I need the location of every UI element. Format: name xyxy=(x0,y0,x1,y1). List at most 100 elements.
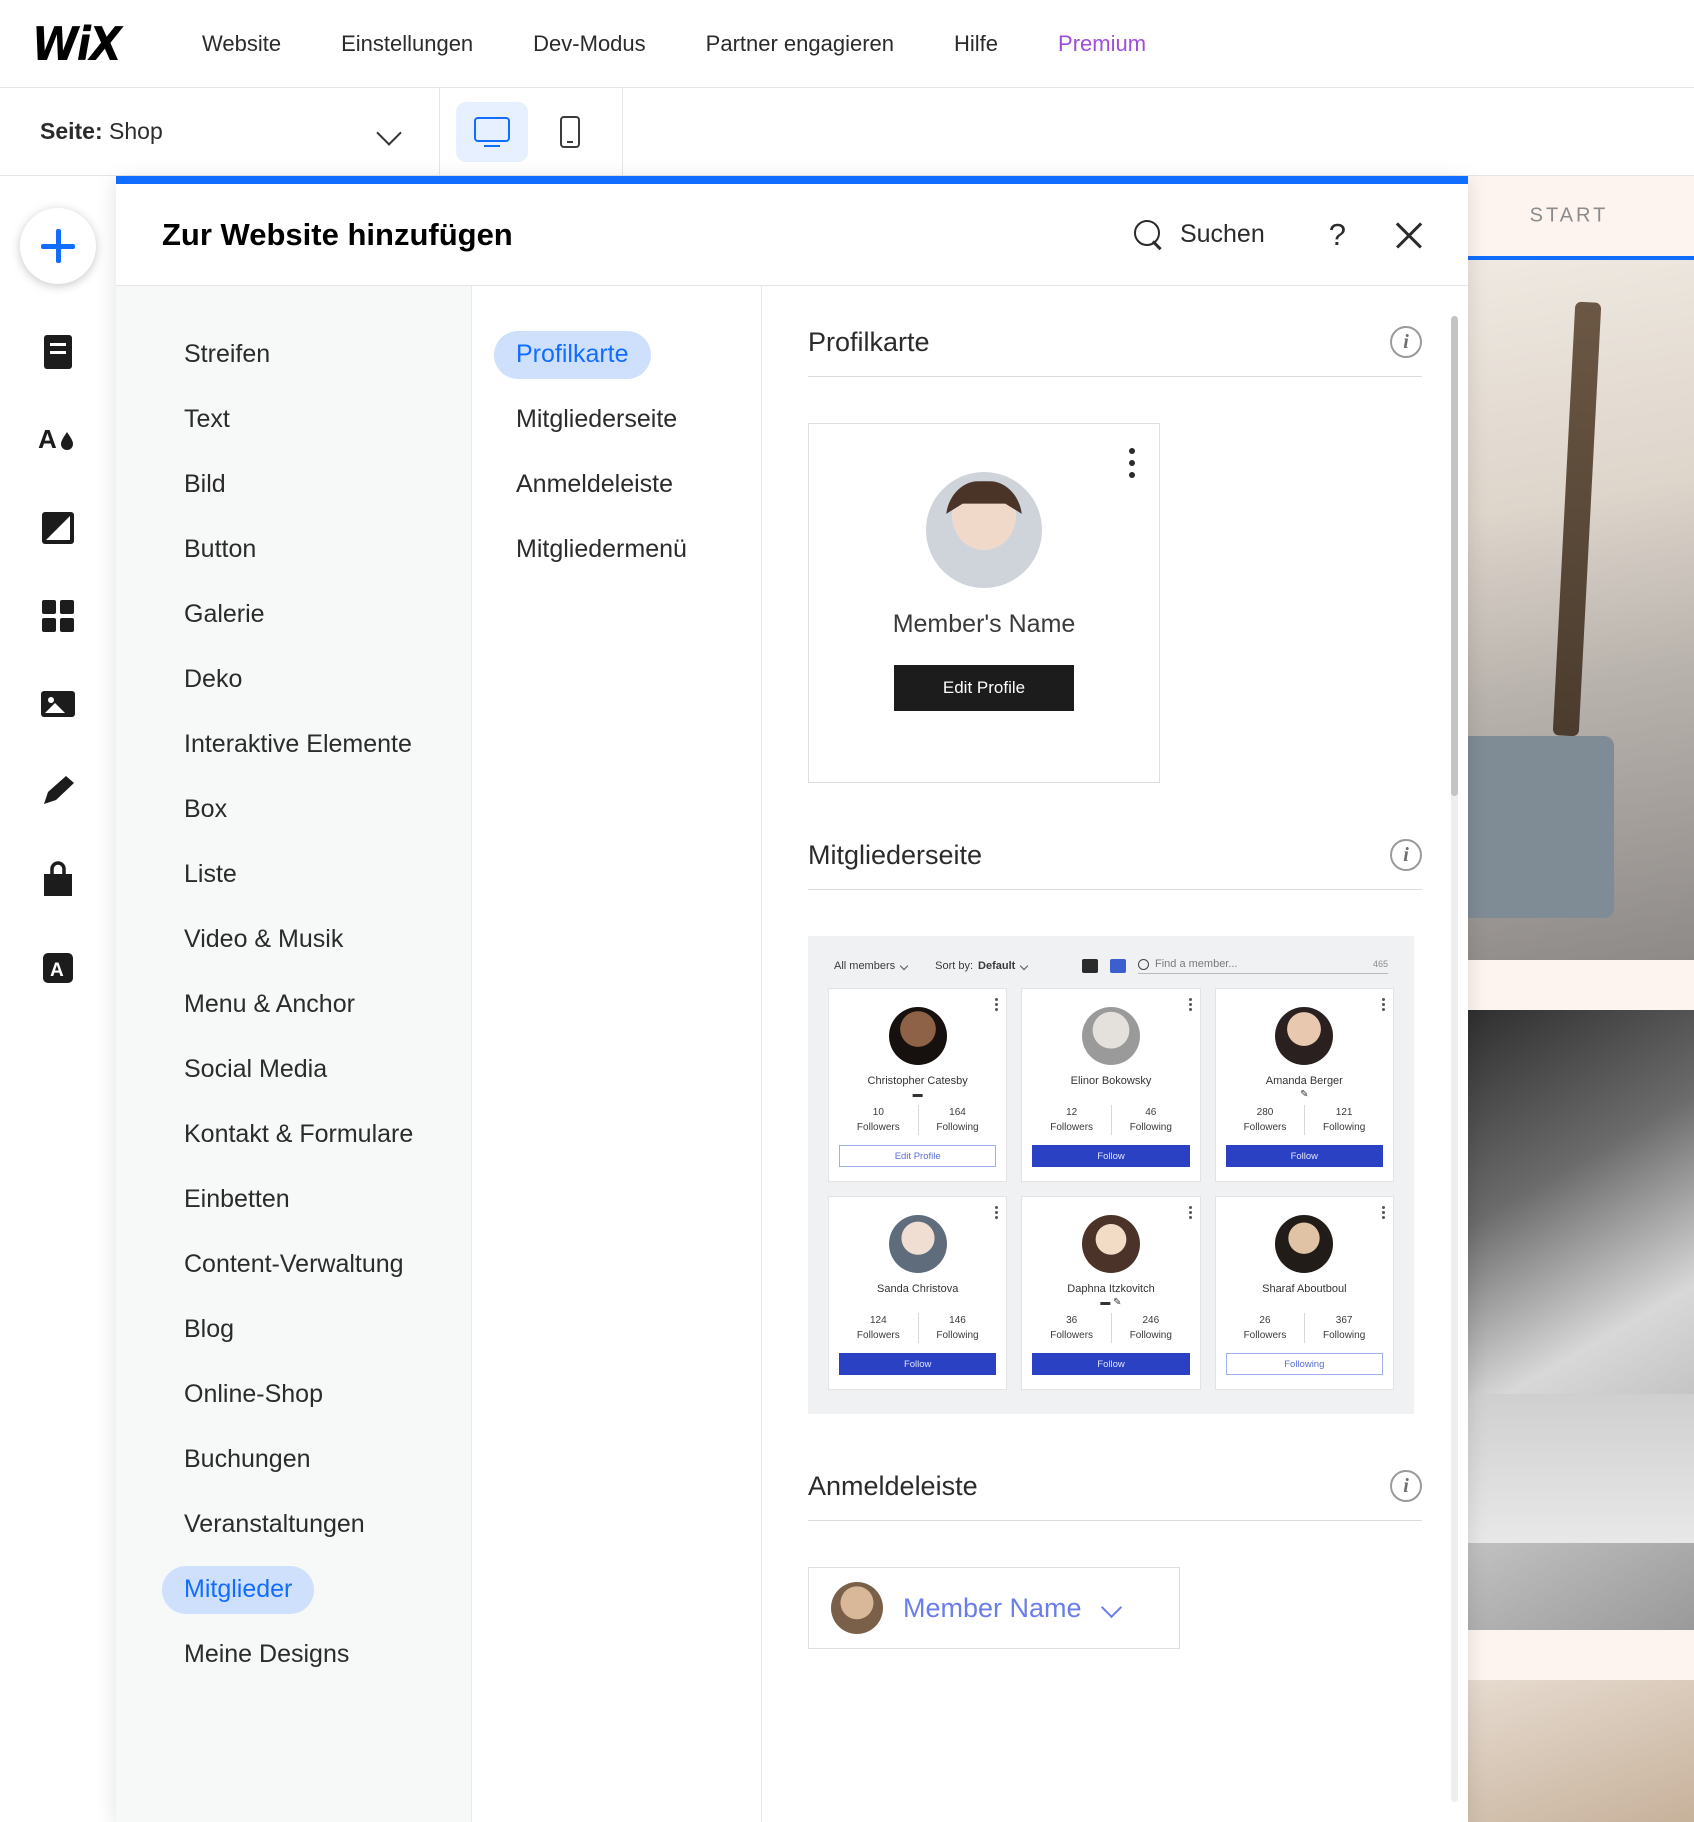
category-item-deko[interactable]: Deko xyxy=(116,647,471,712)
subcategory-list: Profilkarte Mitgliederseite Anmeldeleist… xyxy=(472,286,762,1822)
members-filter[interactable]: All members xyxy=(834,960,909,972)
member-followers: 124 Followers xyxy=(839,1313,918,1343)
find-member-input[interactable]: Find a member... 465 xyxy=(1138,958,1388,974)
help-button[interactable]: ? xyxy=(1303,217,1372,253)
category-item-video-musik[interactable]: Video & Musik xyxy=(116,907,471,972)
member-following-count: 46 xyxy=(1145,1107,1157,1118)
category-item-buchungen[interactable]: Buchungen xyxy=(116,1427,471,1492)
panel-body: Streifen Text Bild Button Galerie Deko I… xyxy=(116,286,1468,1822)
member-card[interactable]: Elinor Bokowsky 12 Followers 46 Followin… xyxy=(1021,988,1201,1182)
section-title: Profilkarte xyxy=(808,326,930,357)
member-card[interactable]: Sharaf Aboutboul 26 Followers 367 Follow… xyxy=(1214,1196,1394,1390)
avatar xyxy=(926,472,1042,588)
kebab-menu-icon-card[interactable] xyxy=(1381,998,1385,1013)
category-item-button[interactable]: Button xyxy=(116,517,471,582)
member-card[interactable]: Sanda Christova 124 Followers 146 Follow… xyxy=(828,1196,1008,1390)
background-icon[interactable] xyxy=(36,506,80,550)
close-icon[interactable] xyxy=(1392,218,1426,252)
info-icon-2[interactable]: i xyxy=(1390,839,1422,871)
add-elements-button[interactable] xyxy=(20,208,96,284)
panel-search-button[interactable]: Suchen xyxy=(1120,212,1279,258)
chevron-down-icon-filter xyxy=(900,962,909,971)
grid-view-icon[interactable] xyxy=(1110,959,1126,973)
member-card-badges: ✎ xyxy=(1300,1088,1309,1100)
desktop-view-button[interactable] xyxy=(456,101,528,162)
subcategory-item-profilkarte[interactable]: Profilkarte xyxy=(472,322,761,387)
member-following-label: Following xyxy=(1129,1122,1172,1133)
category-item-galerie[interactable]: Galerie xyxy=(116,582,471,647)
list-view-icon[interactable] xyxy=(1082,959,1098,973)
blog-icon[interactable] xyxy=(36,770,80,814)
login-bar-preview[interactable]: Member Name xyxy=(808,1567,1180,1649)
category-item-text[interactable]: Text xyxy=(116,387,471,452)
member-following-count: 246 xyxy=(1142,1315,1160,1326)
category-item-veranstaltungen[interactable]: Veranstaltungen xyxy=(116,1492,471,1557)
member-following-count: 367 xyxy=(1335,1315,1353,1326)
category-item-einbetten[interactable]: Einbetten xyxy=(116,1167,471,1232)
category-item-interaktive-elemente[interactable]: Interaktive Elemente xyxy=(116,712,471,777)
category-item-content-verwaltung[interactable]: Content-Verwaltung xyxy=(116,1232,471,1297)
chevron-down-icon xyxy=(377,119,403,145)
view-mode-switcher xyxy=(440,88,623,175)
category-item-meine-designs[interactable]: Meine Designs xyxy=(116,1622,471,1687)
topnav-item-website[interactable]: Website xyxy=(172,31,311,57)
topnav-item-premium[interactable]: Premium xyxy=(1028,31,1176,57)
category-item-kontakt-formulare[interactable]: Kontakt & Formulare xyxy=(116,1102,471,1167)
page-selector[interactable]: Seite: Shop xyxy=(0,88,440,175)
media-icon[interactable] xyxy=(36,682,80,726)
category-item-online-shop[interactable]: Online-Shop xyxy=(116,1362,471,1427)
member-card-action-button[interactable]: Following xyxy=(1225,1353,1383,1375)
kebab-menu-icon-card[interactable] xyxy=(995,998,999,1013)
member-card[interactable]: Amanda Berger ✎ 280 Followers 121 Follow… xyxy=(1214,988,1394,1182)
member-card[interactable]: Daphna Itzkovitch ▬ ✎ 36 Followers 246 F… xyxy=(1021,1196,1201,1390)
category-item-menu-anchor[interactable]: Menu & Anchor xyxy=(116,972,471,1037)
edit-profile-button[interactable]: Edit Profile xyxy=(894,665,1074,711)
search-label: Suchen xyxy=(1179,220,1265,248)
info-icon[interactable]: i xyxy=(1390,326,1422,358)
subcategory-item-anmeldeleiste[interactable]: Anmeldeleiste xyxy=(472,452,761,517)
topnav-item-partner-engagieren[interactable]: Partner engagieren xyxy=(676,31,924,57)
section-header-2: Mitgliederseite i xyxy=(808,839,1422,890)
add-elements-icon[interactable] xyxy=(36,594,80,638)
topnav-item-dev-modus[interactable]: Dev-Modus xyxy=(503,31,675,57)
preview-scrollbar-thumb[interactable] xyxy=(1451,316,1458,796)
member-card-action-button[interactable]: Follow xyxy=(1225,1145,1383,1167)
mobile-view-button[interactable] xyxy=(534,102,606,162)
member-card-action-button[interactable]: Follow xyxy=(1032,1145,1190,1167)
category-item-streifen[interactable]: Streifen xyxy=(116,322,471,387)
site-image-interior xyxy=(1444,260,1694,960)
wix-logo[interactable]: WiX xyxy=(32,21,122,67)
info-icon-3[interactable]: i xyxy=(1390,1470,1422,1502)
theme-icon[interactable]: A xyxy=(36,418,80,462)
preview-scrollbar-track[interactable] xyxy=(1451,316,1458,1802)
member-following-label: Following xyxy=(1323,1122,1366,1133)
category-item-bild[interactable]: Bild xyxy=(116,452,471,517)
member-card-action-button[interactable]: Follow xyxy=(1032,1353,1190,1375)
subcategory-item-mitgliedermenue[interactable]: Mitgliedermenü xyxy=(472,517,761,582)
members-page-toolbar: All members Sort by: Default Find a memb… xyxy=(828,954,1394,988)
topnav-item-einstellungen[interactable]: Einstellungen xyxy=(311,31,503,57)
kebab-menu-icon-card[interactable] xyxy=(1188,998,1192,1013)
category-item-blog[interactable]: Blog xyxy=(116,1297,471,1362)
kebab-menu-icon-card[interactable] xyxy=(1188,1206,1192,1221)
profile-card-preview[interactable]: Member's Name Edit Profile xyxy=(808,423,1160,783)
category-item-box[interactable]: Box xyxy=(116,777,471,842)
pages-icon[interactable] xyxy=(36,330,80,374)
members-page-preview[interactable]: All members Sort by: Default Find a memb… xyxy=(808,936,1414,1414)
topnav-item-hilfe[interactable]: Hilfe xyxy=(924,31,1028,57)
member-card[interactable]: Christopher Catesby ▬ 10 Followers 164 F… xyxy=(828,988,1008,1182)
store-icon[interactable] xyxy=(36,858,80,902)
member-card-action-button[interactable]: Edit Profile xyxy=(839,1145,997,1167)
kebab-menu-icon[interactable] xyxy=(1129,448,1135,484)
panel-header: Zur Website hinzufügen Suchen ? xyxy=(116,184,1468,286)
kebab-menu-icon-card[interactable] xyxy=(995,1206,999,1221)
category-item-liste[interactable]: Liste xyxy=(116,842,471,907)
section-title-3: Anmeldeleiste xyxy=(808,1470,978,1501)
apps-icon[interactable]: A xyxy=(36,946,80,990)
category-item-social-media[interactable]: Social Media xyxy=(116,1037,471,1102)
members-sort[interactable]: Sort by: Default xyxy=(935,960,1029,972)
member-card-action-button[interactable]: Follow xyxy=(839,1353,997,1375)
category-item-mitglieder[interactable]: Mitglieder xyxy=(116,1557,471,1622)
kebab-menu-icon-card[interactable] xyxy=(1381,1206,1385,1221)
subcategory-item-mitgliederseite[interactable]: Mitgliederseite xyxy=(472,387,761,452)
